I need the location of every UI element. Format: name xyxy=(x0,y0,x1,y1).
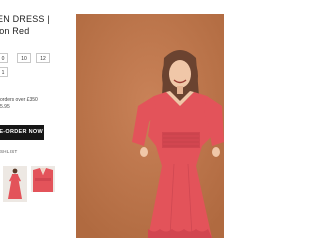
pre-order-button[interactable]: RE-ORDER NOW xyxy=(0,125,44,140)
size-option[interactable]: 12 xyxy=(36,53,50,63)
shipping-free-threshold: orders over £350 xyxy=(0,97,38,103)
size-option[interactable]: 1 xyxy=(0,67,8,77)
product-thumbnail[interactable] xyxy=(31,166,55,192)
product-title: EN DRESS | ion Red xyxy=(0,13,50,37)
dress-thumbnail-icon xyxy=(3,166,27,202)
product-title-line2: ion Red xyxy=(0,26,30,36)
product-info-panel: EN DRESS | ion Red 0 10 12 1 orders over… xyxy=(0,0,72,240)
dress-detail-thumbnail-icon xyxy=(31,166,55,192)
product-main-image xyxy=(76,14,224,238)
add-to-wishlist-link[interactable]: SHLIST xyxy=(0,149,18,154)
product-title-line1: EN DRESS | xyxy=(0,14,50,24)
size-option[interactable]: 10 xyxy=(17,53,31,63)
model-in-dress-photo xyxy=(76,14,224,238)
product-thumbnail[interactable] xyxy=(3,166,27,202)
shipping-cost: 5.95 xyxy=(0,104,10,110)
size-option[interactable]: 0 xyxy=(0,53,8,63)
shipping-info: orders over £350 5.95 xyxy=(0,97,38,111)
